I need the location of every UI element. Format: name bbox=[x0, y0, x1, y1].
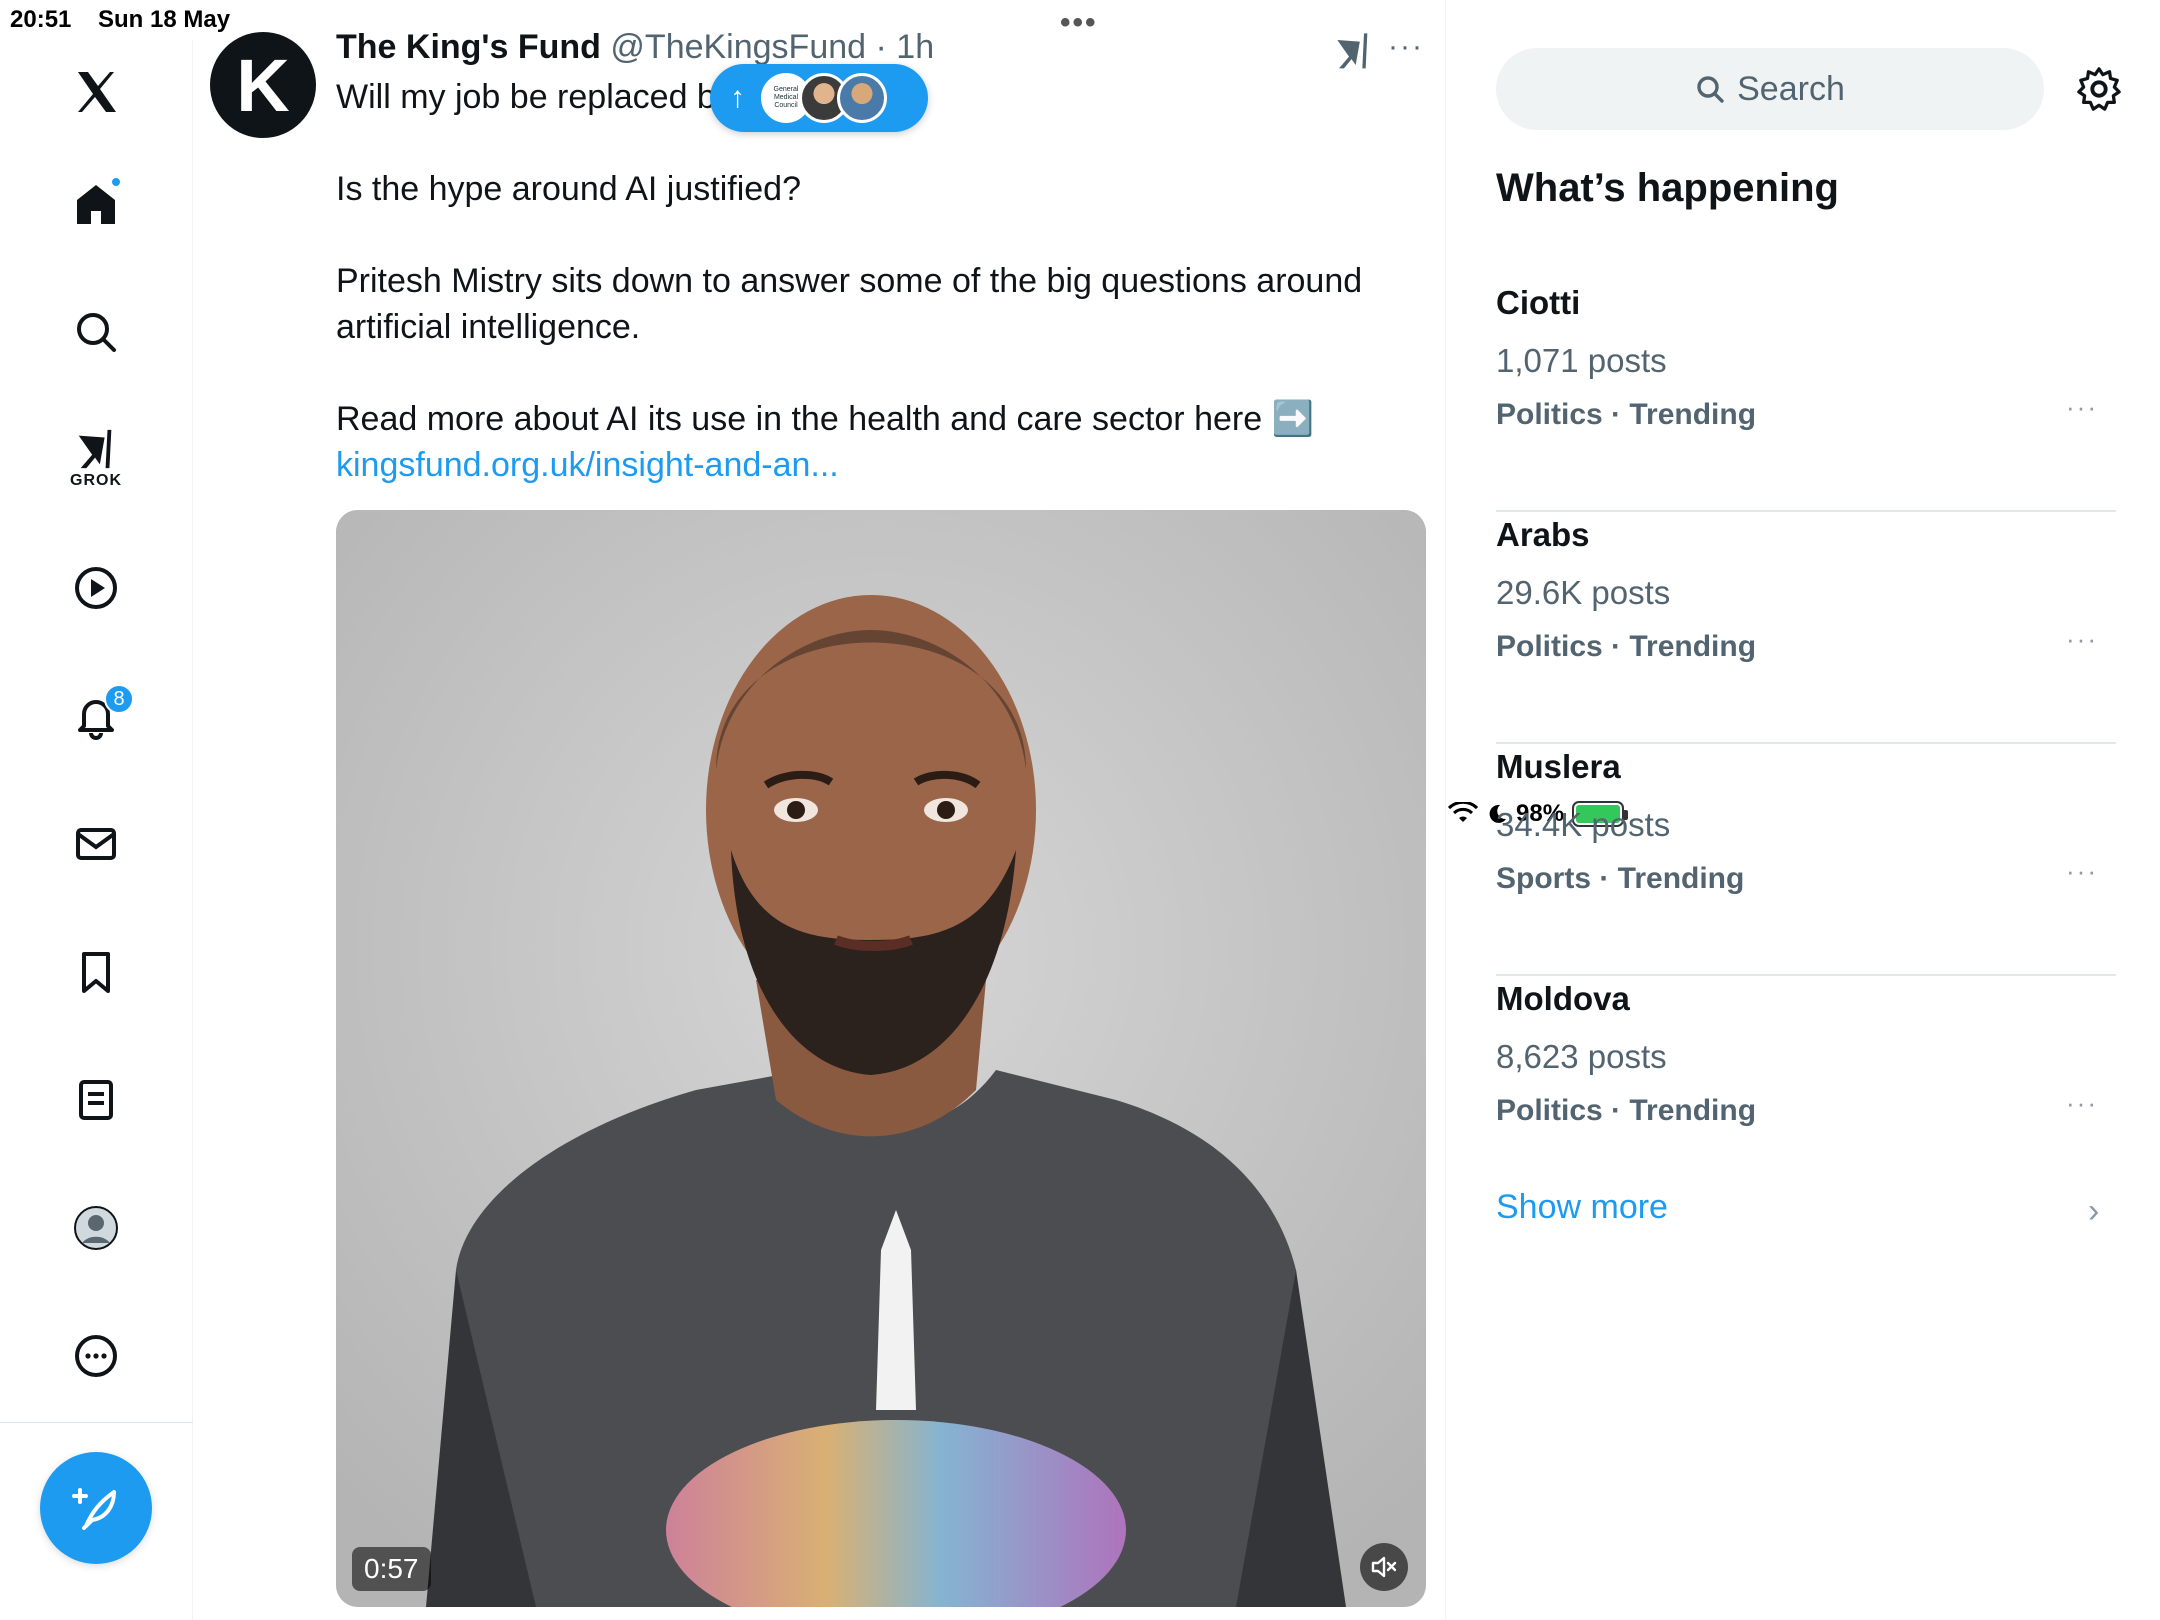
post-video[interactable]: 0:57 bbox=[336, 510, 1426, 1607]
video-frame bbox=[336, 510, 1426, 1607]
post-more-icon[interactable]: ··· bbox=[1388, 30, 1424, 64]
post-text-line-2: Is the hype around AI justified? bbox=[336, 170, 801, 208]
author-name[interactable]: The King's Fund bbox=[336, 28, 601, 66]
trend-more-icon[interactable]: ··· bbox=[2066, 856, 2098, 887]
trend-name: Moldova bbox=[1496, 980, 1630, 1017]
trend-more-icon[interactable]: ··· bbox=[2066, 624, 2098, 655]
trend-item[interactable]: Ciotti 1,071 posts Politics · Trending ·… bbox=[1496, 280, 2116, 512]
status-time: 20:51 bbox=[10, 6, 72, 33]
x-logo-icon[interactable] bbox=[66, 62, 126, 122]
more-circle-icon bbox=[75, 1335, 117, 1377]
left-navigation: GROK 8 bbox=[0, 40, 193, 1620]
post-text-line-4: artificial intelligence. bbox=[336, 308, 641, 346]
post-text-line-5: Read more about AI its use in the health… bbox=[336, 400, 1314, 438]
new-posts-pill[interactable]: ↑ General Medical Council bbox=[710, 64, 928, 132]
trend-category: Politics · Trending bbox=[1496, 1094, 1757, 1127]
show-more-link[interactable]: Show more bbox=[1496, 1188, 1668, 1227]
nav-home[interactable] bbox=[66, 174, 126, 234]
speaker-muted-icon bbox=[1371, 1556, 1397, 1578]
play-icon bbox=[75, 567, 117, 609]
right-sidebar: Search What’s happening Ciotti 1,071 pos… bbox=[1448, 0, 2160, 1620]
search-icon bbox=[1697, 76, 1724, 103]
trend-category: Politics · Trending bbox=[1496, 630, 1757, 663]
trend-post-count: 29.6K posts bbox=[1496, 574, 1671, 611]
mail-icon bbox=[76, 828, 116, 860]
grok-label: GROK bbox=[70, 472, 122, 489]
trend-category: Politics · Trending bbox=[1496, 398, 1757, 431]
trend-more-icon[interactable]: ··· bbox=[2066, 1088, 2098, 1119]
post-link[interactable]: kingsfund.org.uk/insight-and-an... bbox=[336, 442, 1416, 488]
search-icon bbox=[77, 313, 116, 352]
trend-item[interactable]: Arabs 29.6K posts Politics · Trending ··… bbox=[1496, 512, 2116, 744]
grok-icon bbox=[78, 429, 112, 469]
nav-bookmarks[interactable] bbox=[66, 942, 126, 1002]
trend-category: Sports · Trending bbox=[1496, 862, 1745, 895]
video-duration: 0:57 bbox=[352, 1547, 431, 1591]
nav-more[interactable] bbox=[66, 1326, 126, 1386]
nav-profile[interactable] bbox=[66, 1198, 126, 1258]
nav-notifications[interactable]: 8 bbox=[66, 684, 134, 746]
trend-post-count: 34.4K posts bbox=[1496, 806, 1671, 843]
search-input[interactable]: Search bbox=[1496, 48, 2044, 130]
nav-explore[interactable] bbox=[66, 302, 126, 362]
nav-grok[interactable]: GROK bbox=[66, 426, 126, 489]
post-time: · 1h bbox=[875, 28, 935, 66]
home-unread-dot bbox=[110, 176, 122, 188]
trend-name: Ciotti bbox=[1496, 284, 1581, 321]
whats-happening-title: What’s happening bbox=[1496, 166, 1839, 210]
grok-explain-icon[interactable] bbox=[1334, 30, 1374, 70]
trend-item[interactable]: Moldova 8,623 posts Politics · Trending … bbox=[1496, 976, 2116, 1208]
search-placeholder: Search bbox=[1737, 69, 1845, 108]
notifications-badge: 8 bbox=[104, 684, 134, 714]
post-text-line-3: Pritesh Mistry sits down to answer some … bbox=[336, 262, 1363, 300]
trend-item[interactable]: Muslera 34.4K posts Sports · Trending ··… bbox=[1496, 744, 2116, 976]
trend-name: Arabs bbox=[1496, 516, 1590, 553]
settings-gear-icon[interactable] bbox=[2076, 66, 2122, 112]
avatar-icon bbox=[74, 1206, 118, 1250]
arrow-up-icon: ↑ bbox=[730, 81, 745, 114]
author-handle[interactable]: @TheKingsFund bbox=[610, 28, 866, 66]
pill-avatar-3 bbox=[837, 73, 887, 123]
compose-button[interactable] bbox=[40, 1452, 152, 1564]
mute-button[interactable] bbox=[1360, 1543, 1408, 1591]
nav-divider bbox=[0, 1422, 193, 1423]
list-icon bbox=[79, 1080, 113, 1120]
author-avatar[interactable]: K bbox=[210, 32, 316, 138]
post-header: The King's Fund @TheKingsFund · 1h bbox=[336, 28, 934, 67]
bookmark-icon bbox=[82, 952, 110, 993]
trend-post-count: 1,071 posts bbox=[1496, 342, 1667, 379]
nav-videos[interactable] bbox=[66, 558, 126, 618]
nav-messages[interactable] bbox=[66, 814, 126, 874]
nav-lists[interactable] bbox=[66, 1070, 126, 1130]
compose-feather-icon bbox=[72, 1488, 116, 1530]
trend-more-icon[interactable]: ··· bbox=[2066, 392, 2098, 423]
trend-name: Muslera bbox=[1496, 748, 1621, 785]
chevron-right-icon[interactable]: › bbox=[2088, 1192, 2099, 1231]
trend-post-count: 8,623 posts bbox=[1496, 1038, 1667, 1075]
main-timeline: K The King's Fund @TheKingsFund · 1h ···… bbox=[194, 0, 1446, 1620]
